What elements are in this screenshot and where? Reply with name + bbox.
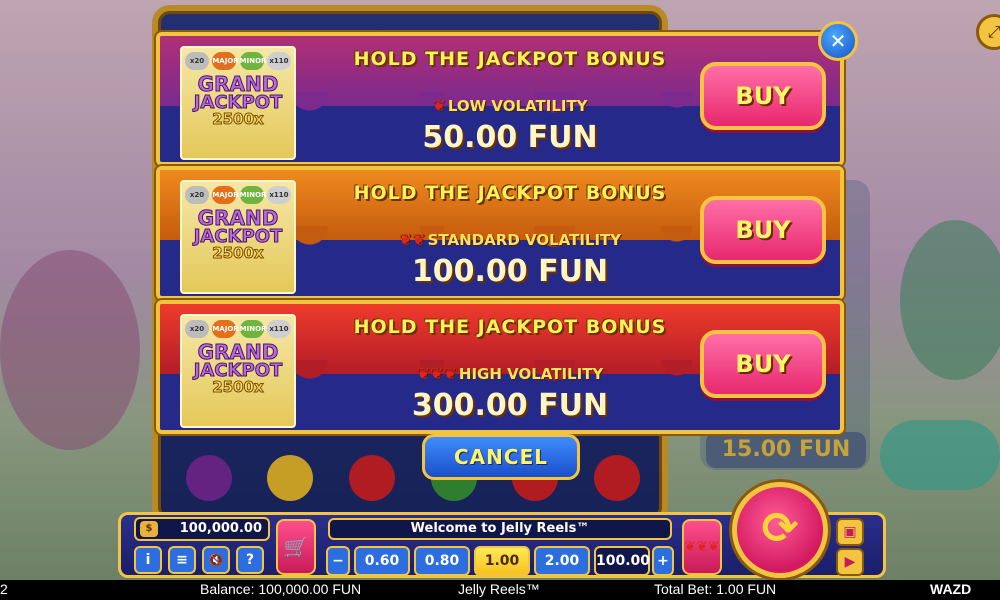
offer-price: 300.00 FUN [411,388,609,423]
status-total-bet: Total Bet: 1.00 FUN [654,581,777,597]
buy-bonus-cart-icon[interactable]: 🛒 [276,519,316,575]
card-multiplier-text: 2500x [212,244,264,262]
sound-muted-icon[interactable]: 🔇 [202,546,230,574]
buy-button-low[interactable]: BUY [700,62,826,130]
volatility-label: LOW VOLATILITY [447,97,588,115]
jackpot-card-image: x20 MAJOR MINOR x110 GRAND JACKPOT 2500x [180,314,296,428]
offer-low-volatility: x20 MAJOR MINOR x110 GRAND JACKPOT 2500x… [156,32,844,166]
status-game-name: Jelly Reels™ [458,581,540,597]
mini-coin: MINOR [239,186,266,204]
jackpot-card-image: x20 MAJOR MINOR x110 GRAND JACKPOT 2500x [180,180,296,294]
chili-icon: ❦❦ [398,230,426,249]
offer-title: HOLD THE JACKPOT BONUS [353,316,667,338]
bet-option[interactable]: 0.80 [414,546,470,576]
mini-coin: x110 [266,52,291,70]
bet-increase-button[interactable]: + [652,546,674,576]
mini-coin: x20 [185,320,209,338]
bet-decrease-button[interactable]: − [326,546,350,576]
card-grand-text: GRAND [197,206,279,230]
mini-coin: x110 [266,186,291,204]
volatility-label: STANDARD VOLATILITY [427,231,622,249]
card-multiplier-text: 2500x [212,110,264,128]
buy-button-high[interactable]: BUY [700,330,826,398]
money-bag-icon: $ [140,521,158,537]
autoplay-icon[interactable]: ▣ [836,518,864,546]
status-bar: 2 Balance: 100,000.00 FUN Jelly Reels™ T… [0,580,1000,600]
mini-coin: x20 [185,186,209,204]
offer-price: 100.00 FUN [411,254,609,289]
offer-standard-volatility: x20 MAJOR MINOR x110 GRAND JACKPOT 2500x… [156,166,844,300]
info-icon[interactable]: i [134,546,162,574]
mini-coin: MAJOR [212,320,239,338]
brand-logo: WAZD [930,581,972,597]
offer-price: 50.00 FUN [422,120,598,155]
chili-icon: ❦❦❦ [416,364,457,383]
buy-button-standard[interactable]: BUY [700,196,826,264]
card-grand-text: GRAND [197,340,279,364]
bet-option[interactable]: 0.60 [354,546,410,576]
bonus-buy-modal: x20 MAJOR MINOR x110 GRAND JACKPOT 2500x… [156,32,844,434]
chili-icon: ❦ [432,96,446,115]
close-icon[interactable]: ✕ [818,21,858,61]
mini-coin: x110 [266,320,291,338]
message-bar: Welcome to Jelly Reels™ [328,518,672,540]
offer-volatility: ❦ LOW VOLATILITY [310,96,710,115]
bet-option-selected[interactable]: 1.00 [474,546,530,576]
offer-volatility: ❦❦ STANDARD VOLATILITY [310,230,710,249]
volatility-chili-icon[interactable]: ❦❦❦ [682,519,722,575]
cancel-button[interactable]: CANCEL [422,434,580,480]
mini-coin: MINOR [239,320,266,338]
bet-value-display[interactable]: 100.00 [594,546,650,576]
bet-option[interactable]: 2.00 [534,546,590,576]
volatility-label: HIGH VOLATILITY [458,365,604,383]
spin-button[interactable]: ⟳ [732,482,828,578]
jackpot-card-image: x20 MAJOR MINOR x110 GRAND JACKPOT 2500x [180,46,296,160]
status-balance: Balance: 100,000.00 FUN [200,581,362,597]
turbo-play-icon[interactable]: ▶ [836,548,864,576]
mini-coin: MAJOR [212,186,239,204]
mini-coin: MINOR [239,52,266,70]
mini-coin: x20 [185,52,209,70]
balance-display: $ 100,000.00 [134,517,270,541]
help-icon[interactable]: ? [236,546,264,574]
offer-high-volatility: x20 MAJOR MINOR x110 GRAND JACKPOT 2500x… [156,300,844,434]
balance-value: 100,000.00 [179,521,262,536]
card-multiplier-text: 2500x [212,378,264,396]
offer-volatility: ❦❦❦ HIGH VOLATILITY [310,364,710,383]
menu-icon[interactable]: ≡ [168,546,196,574]
status-left-text: 2 [0,581,8,597]
mini-coin: MAJOR [212,52,239,70]
offer-title: HOLD THE JACKPOT BONUS [353,48,667,70]
offer-title: HOLD THE JACKPOT BONUS [353,182,667,204]
card-grand-text: GRAND [197,72,279,96]
